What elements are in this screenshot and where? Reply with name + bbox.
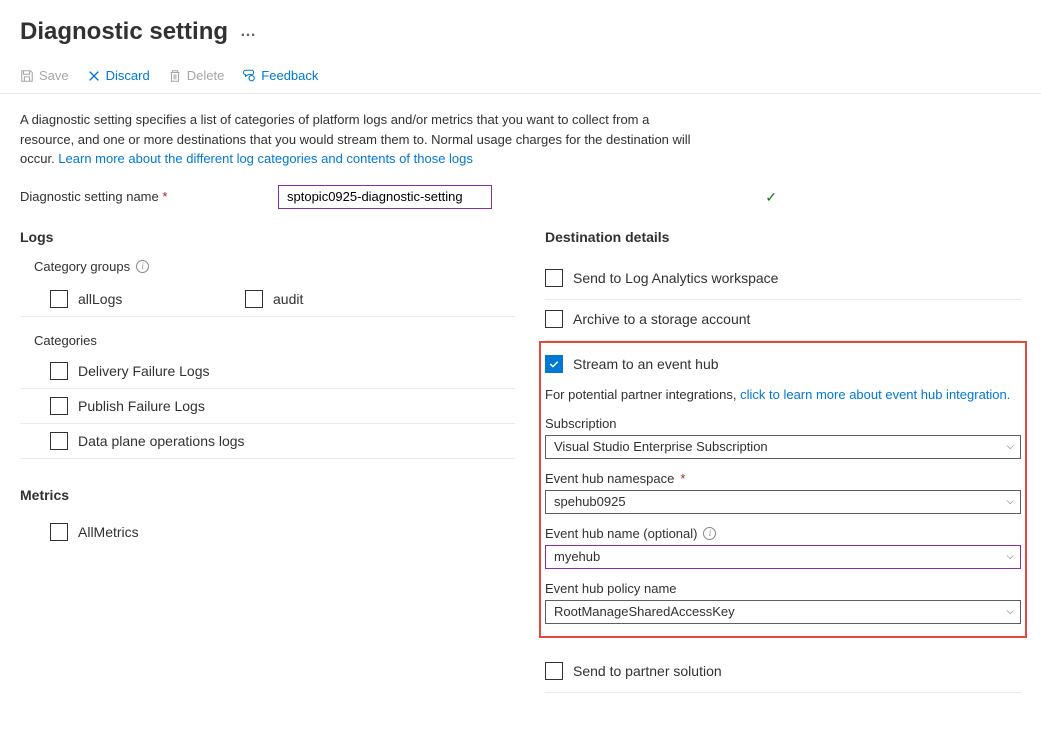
toolbar: Save Discard Delete Feedback	[0, 50, 1041, 94]
archive-label: Archive to a storage account	[573, 311, 750, 327]
chevron-down-icon: ⌵	[1006, 606, 1014, 617]
archive-checkbox[interactable]	[545, 310, 563, 328]
feedback-button[interactable]: Feedback	[242, 68, 318, 83]
alllogs-checkbox[interactable]	[50, 290, 68, 308]
allmetrics-checkbox[interactable]	[50, 523, 68, 541]
close-icon	[87, 69, 101, 83]
feedback-icon	[242, 69, 256, 83]
more-button[interactable]: …	[240, 23, 256, 41]
delivery-failure-checkbox[interactable]	[50, 362, 68, 380]
learn-more-link[interactable]: Learn more about the different log categ…	[58, 151, 473, 166]
policy-dropdown[interactable]: RootManageSharedAccessKey ⌵	[545, 600, 1021, 624]
event-hub-integration-link[interactable]: click to learn more about event hub inte…	[740, 387, 1010, 402]
publish-failure-checkbox[interactable]	[50, 397, 68, 415]
data-plane-label: Data plane operations logs	[78, 433, 245, 449]
subscription-label: Subscription	[545, 416, 1021, 431]
log-analytics-label: Send to Log Analytics workspace	[573, 270, 778, 286]
info-icon[interactable]: i	[136, 260, 149, 273]
namespace-dropdown[interactable]: spehub0925 ⌵	[545, 490, 1021, 514]
category-groups-label: Category groups i	[34, 259, 515, 274]
hubname-label: Event hub name (optional) i	[545, 526, 1021, 541]
page-title: Diagnostic setting	[20, 18, 228, 46]
discard-button[interactable]: Discard	[87, 68, 150, 83]
audit-label: audit	[273, 291, 303, 307]
chevron-down-icon: ⌵	[1006, 441, 1014, 452]
check-icon: ✓	[765, 189, 777, 206]
partner-solution-label: Send to partner solution	[573, 663, 722, 679]
alllogs-label: allLogs	[78, 291, 122, 307]
stream-label: Stream to an event hub	[573, 356, 719, 372]
chevron-down-icon: ⌵	[1006, 551, 1014, 562]
audit-checkbox[interactable]	[245, 290, 263, 308]
subscription-dropdown[interactable]: Visual Studio Enterprise Subscription ⌵	[545, 435, 1021, 459]
event-hub-section: Stream to an event hub For potential par…	[539, 341, 1027, 638]
data-plane-checkbox[interactable]	[50, 432, 68, 450]
partner-integration-text: For potential partner integrations, clic…	[545, 385, 1021, 416]
delete-button[interactable]: Delete	[168, 68, 225, 83]
description-text: A diagnostic setting specifies a list of…	[0, 94, 720, 169]
publish-failure-label: Publish Failure Logs	[78, 398, 205, 414]
save-button[interactable]: Save	[20, 68, 69, 83]
setting-name-input[interactable]	[278, 185, 492, 209]
logs-heading: Logs	[20, 229, 515, 245]
stream-checkbox[interactable]	[545, 355, 563, 373]
trash-icon	[168, 69, 182, 83]
chevron-down-icon: ⌵	[1006, 496, 1014, 507]
metrics-heading: Metrics	[20, 487, 515, 503]
delivery-failure-label: Delivery Failure Logs	[78, 363, 210, 379]
policy-label: Event hub policy name	[545, 581, 1021, 596]
save-icon	[20, 69, 34, 83]
partner-solution-checkbox[interactable]	[545, 662, 563, 680]
categories-label: Categories	[34, 333, 515, 348]
log-analytics-checkbox[interactable]	[545, 269, 563, 287]
allmetrics-label: AllMetrics	[78, 524, 139, 540]
setting-name-label: Diagnostic setting name *	[20, 189, 270, 204]
namespace-label: Event hub namespace *	[545, 471, 1021, 486]
info-icon[interactable]: i	[703, 527, 716, 540]
hubname-dropdown[interactable]: myehub ⌵	[545, 545, 1021, 569]
destination-heading: Destination details	[545, 229, 1021, 245]
